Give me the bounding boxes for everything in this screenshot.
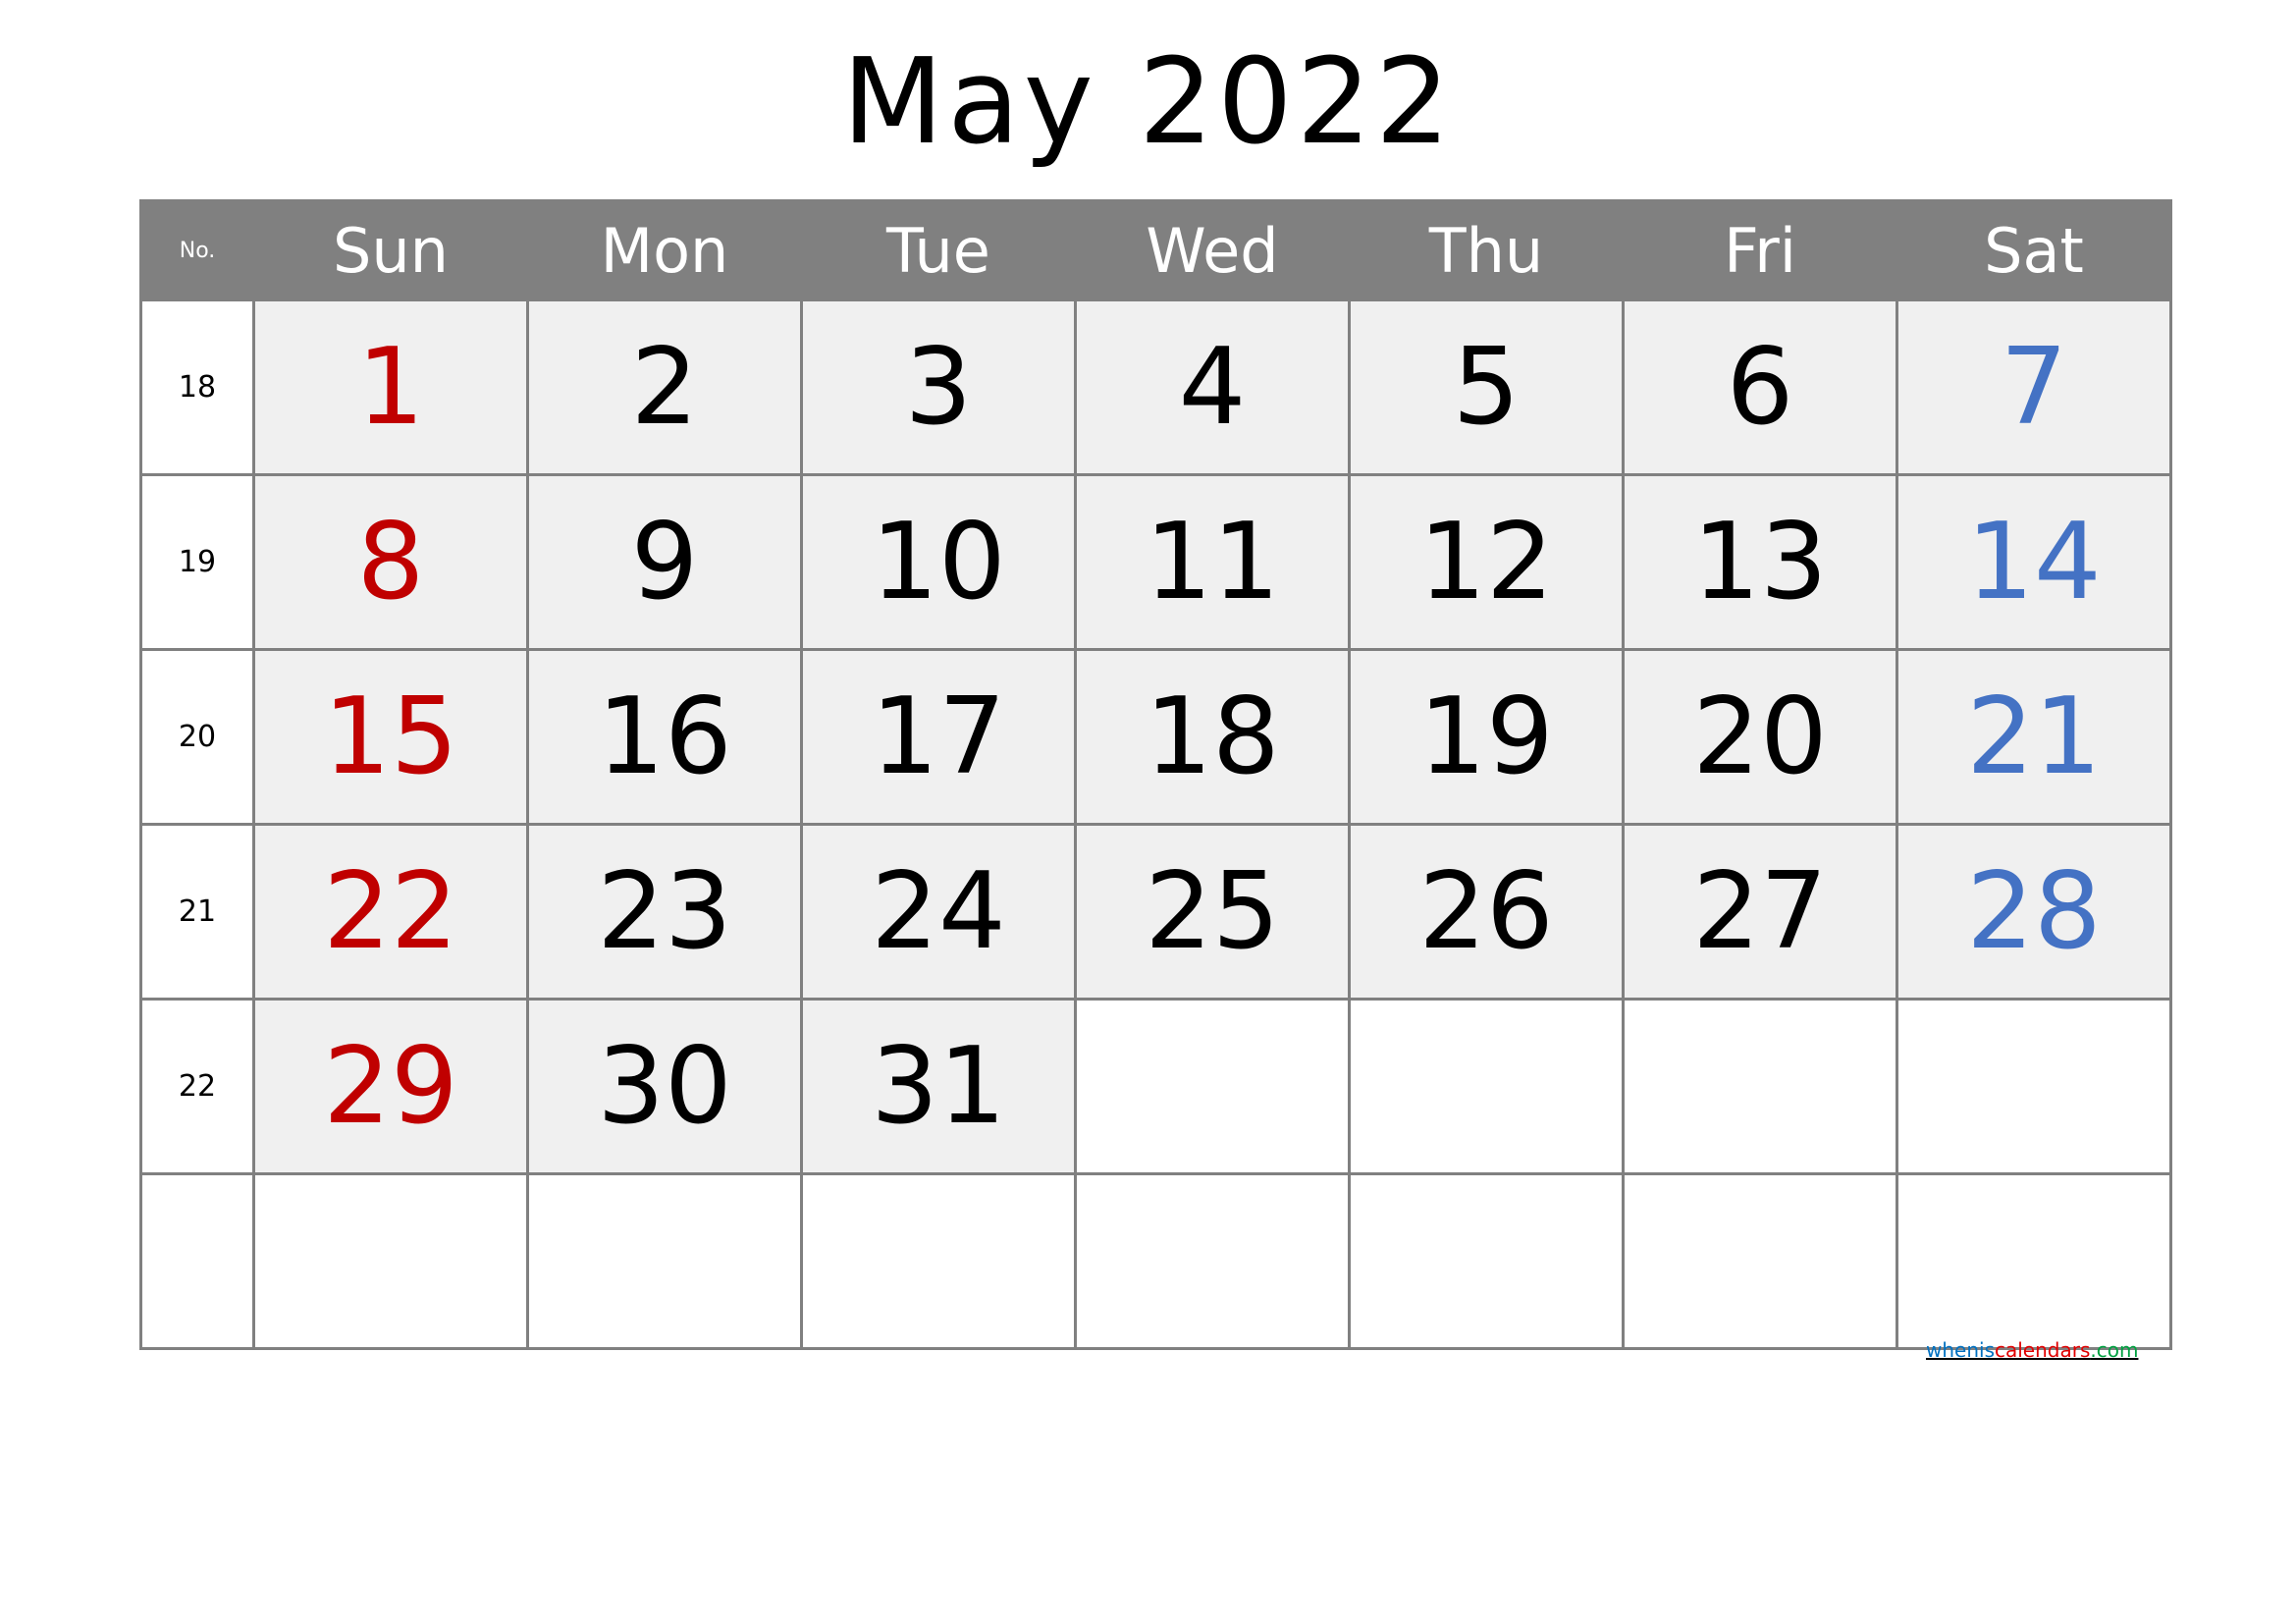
week-number-header: No.	[139, 199, 255, 301]
brand-part-1: whenis	[1926, 1338, 1995, 1362]
empty-cell	[252, 1172, 529, 1350]
empty-cell	[1348, 1172, 1625, 1350]
week-row: 20 15 16 17 18 19 20 21	[139, 648, 2172, 826]
day-cell[interactable]: 16	[526, 648, 803, 826]
week-number	[139, 1172, 255, 1350]
week-row: 22 29 30 31	[139, 998, 2172, 1175]
week-row: 18 1 2 3 4 5 6 7	[139, 298, 2172, 476]
day-cell[interactable]: 5	[1348, 298, 1625, 476]
day-cell[interactable]: 8	[252, 473, 529, 651]
week-number: 18	[139, 298, 255, 476]
day-cell[interactable]: 10	[800, 473, 1077, 651]
week-number: 21	[139, 823, 255, 1001]
empty-cell	[1896, 998, 2172, 1175]
empty-cell	[1348, 998, 1625, 1175]
empty-cell	[1896, 1172, 2172, 1350]
empty-cell	[800, 1172, 1077, 1350]
day-cell[interactable]: 1	[252, 298, 529, 476]
day-cell[interactable]: 4	[1074, 298, 1351, 476]
day-cell[interactable]: 18	[1074, 648, 1351, 826]
day-cell[interactable]: 20	[1622, 648, 1898, 826]
week-number: 20	[139, 648, 255, 826]
weekday-header-thu: Thu	[1348, 199, 1625, 301]
weekday-header-tue: Tue	[800, 199, 1077, 301]
weekday-header-sun: Sun	[252, 199, 529, 301]
day-cell[interactable]: 24	[800, 823, 1077, 1001]
day-cell[interactable]: 30	[526, 998, 803, 1175]
day-cell[interactable]: 26	[1348, 823, 1625, 1001]
day-cell[interactable]: 13	[1622, 473, 1898, 651]
weekday-header-fri: Fri	[1622, 199, 1898, 301]
day-cell[interactable]: 22	[252, 823, 529, 1001]
brand-watermark[interactable]: wheniscalendars.com	[1926, 1338, 2138, 1362]
day-cell[interactable]: 25	[1074, 823, 1351, 1001]
day-cell[interactable]: 28	[1896, 823, 2172, 1001]
day-cell[interactable]: 9	[526, 473, 803, 651]
empty-cell	[1074, 1172, 1351, 1350]
weekday-header-sat: Sat	[1896, 199, 2172, 301]
week-number: 19	[139, 473, 255, 651]
weekday-header-row: No. Sun Mon Tue Wed Thu Fri Sat	[139, 199, 2172, 301]
day-cell[interactable]: 11	[1074, 473, 1351, 651]
day-cell[interactable]: 23	[526, 823, 803, 1001]
weekday-header-mon: Mon	[526, 199, 803, 301]
day-cell[interactable]: 15	[252, 648, 529, 826]
brand-part-3: .com	[2090, 1338, 2139, 1362]
day-cell[interactable]: 17	[800, 648, 1077, 826]
day-cell[interactable]: 6	[1622, 298, 1898, 476]
weekday-header-wed: Wed	[1074, 199, 1351, 301]
day-cell[interactable]: 29	[252, 998, 529, 1175]
calendar-grid: No. Sun Mon Tue Wed Thu Fri Sat 18 1 2 3 4 5 6…	[139, 199, 2172, 1350]
day-cell[interactable]: 31	[800, 998, 1077, 1175]
empty-cell	[1074, 998, 1351, 1175]
day-cell[interactable]: 21	[1896, 648, 2172, 826]
calendar-title: May 2022	[841, 34, 1455, 171]
empty-cell	[1622, 998, 1898, 1175]
day-cell[interactable]: 7	[1896, 298, 2172, 476]
day-cell[interactable]: 12	[1348, 473, 1625, 651]
day-cell[interactable]: 2	[526, 298, 803, 476]
day-cell[interactable]: 3	[800, 298, 1077, 476]
week-row: 19 8 9 10 11 12 13 14	[139, 473, 2172, 651]
day-cell[interactable]: 14	[1896, 473, 2172, 651]
empty-cell	[1622, 1172, 1898, 1350]
week-row	[139, 1172, 2172, 1350]
week-row: 21 22 23 24 25 26 27 28	[139, 823, 2172, 1001]
empty-cell	[526, 1172, 803, 1350]
day-cell[interactable]: 27	[1622, 823, 1898, 1001]
week-number: 22	[139, 998, 255, 1175]
day-cell[interactable]: 19	[1348, 648, 1625, 826]
brand-part-2: calendars	[1995, 1338, 2091, 1362]
